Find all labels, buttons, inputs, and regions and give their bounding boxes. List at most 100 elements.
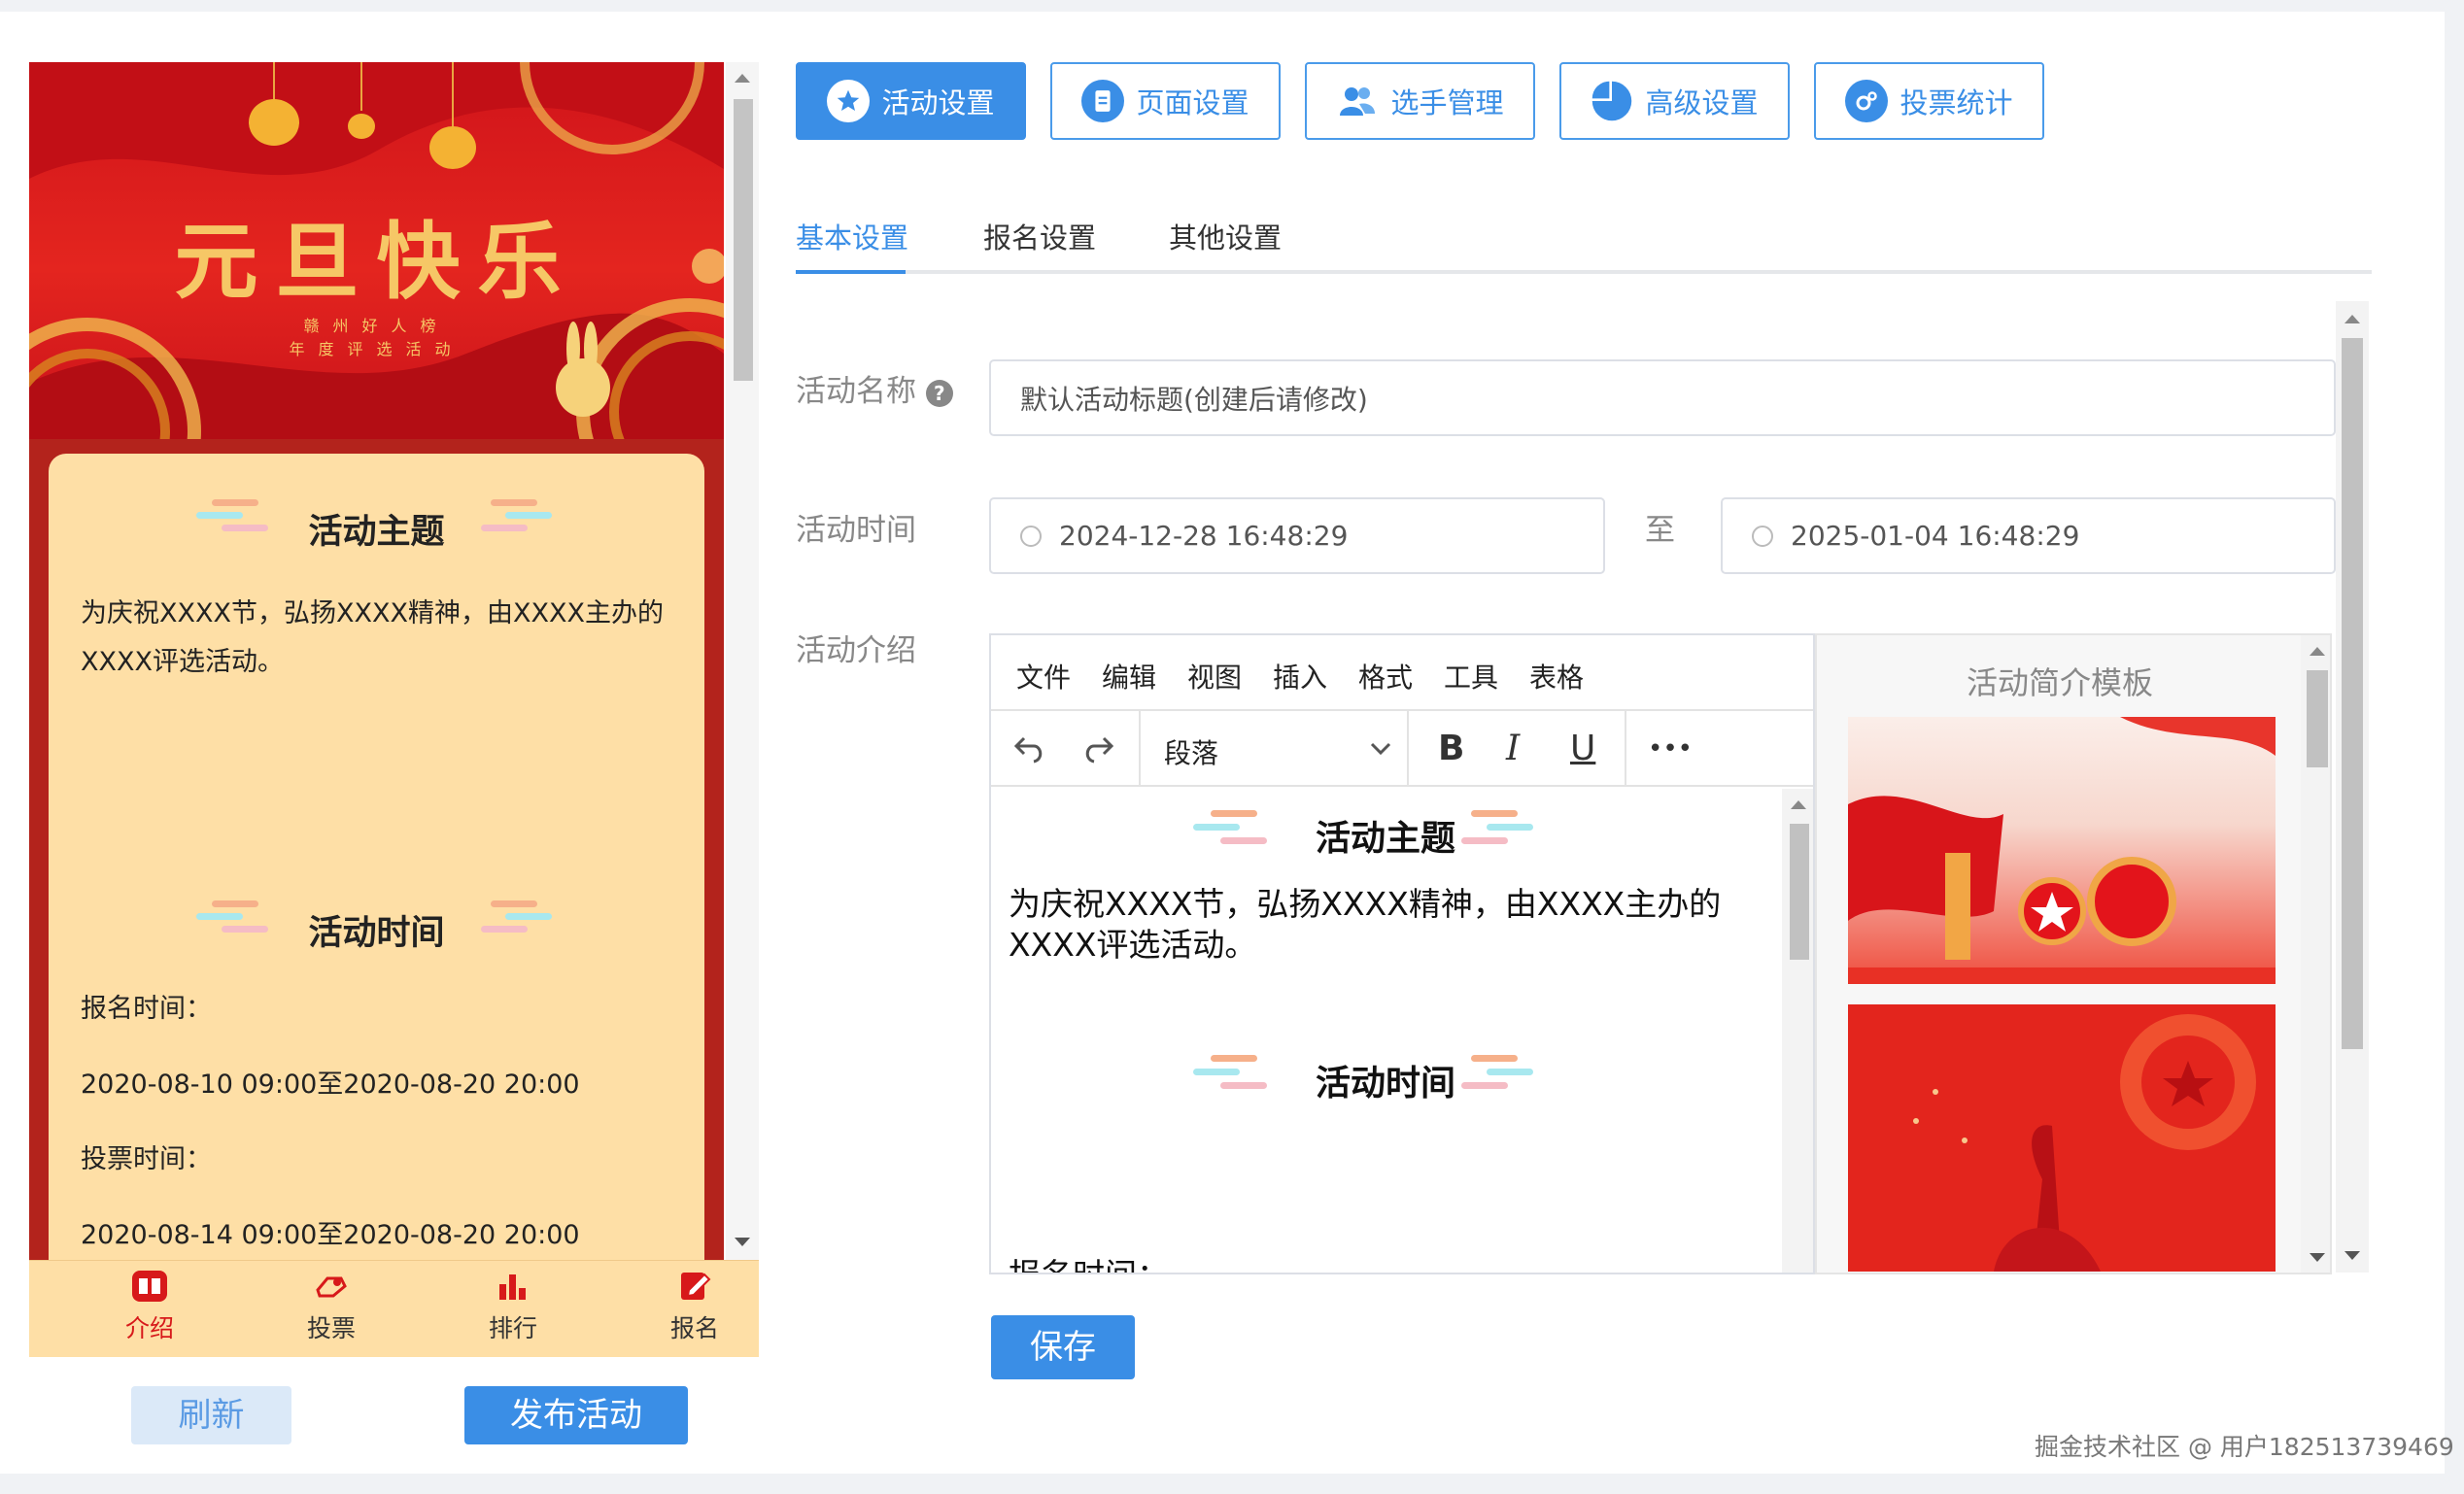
save-button[interactable]: 保存 xyxy=(991,1315,1135,1379)
tab-vote-label: 投票 xyxy=(306,1314,356,1342)
page: 元旦快乐 赣州好人榜 年度评选活动 活动主题 为庆祝XXXX节，弘扬XXXX精神… xyxy=(0,12,2445,1474)
pie-chart-icon xyxy=(1591,80,1633,122)
activity-name-label: 活动名称 ? xyxy=(796,366,953,410)
content-text-theme: 为庆祝XXXX节，弘扬XXXX精神，由XXXX主办的XXXX评选活动。 xyxy=(1009,885,1722,964)
star-icon xyxy=(827,80,871,122)
activity-settings-button[interactable]: 活动设置 xyxy=(796,62,1026,140)
undo-icon[interactable] xyxy=(1012,732,1047,765)
intro-card: 活动主题 为庆祝XXXX节，弘扬XXXX精神，由XXXX主办的XXXX评选活动。… xyxy=(49,454,704,1357)
clock-icon xyxy=(1752,525,1773,547)
tab-ranking-label: 排行 xyxy=(488,1314,537,1342)
refresh-button[interactable]: 刷新 xyxy=(131,1386,291,1444)
intro-template-panel: 活动简介模板 100 xyxy=(1815,633,2332,1274)
scroll-up-icon[interactable] xyxy=(735,74,750,83)
tab-vote[interactable]: 投票 xyxy=(273,1269,390,1344)
template-2-artwork xyxy=(1913,1014,2256,1272)
vote-hand-icon xyxy=(316,1276,347,1298)
chevron-down-icon[interactable] xyxy=(1370,742,1391,756)
activity-settings-label: 活动设置 xyxy=(881,86,995,119)
menu-tools[interactable]: 工具 xyxy=(1444,657,1498,696)
template-thumbnail-2[interactable] xyxy=(1848,1004,2276,1272)
menu-file[interactable]: 文件 xyxy=(1016,657,1071,696)
activity-time-label: 活动时间 xyxy=(796,513,916,548)
italic-button[interactable]: I xyxy=(1506,729,1520,768)
decor-stripe xyxy=(491,499,537,506)
preview-scrollbar[interactable] xyxy=(726,62,759,1260)
preview-scroll-thumb[interactable] xyxy=(734,99,753,381)
more-options-button[interactable]: ••• xyxy=(1648,734,1693,764)
redo-icon[interactable] xyxy=(1080,732,1115,765)
tab-signup[interactable]: 报名 xyxy=(636,1269,753,1344)
advanced-settings-button[interactable]: 高级设置 xyxy=(1559,62,1790,140)
decor-stripe xyxy=(1471,1055,1518,1062)
decor-stripe xyxy=(1487,1069,1533,1075)
page-settings-button[interactable]: 页面设置 xyxy=(1050,62,1281,140)
scroll-up-icon[interactable] xyxy=(1791,800,1806,809)
form-scroll-thumb[interactable] xyxy=(2342,338,2363,1049)
decor-stripe xyxy=(481,525,528,531)
menu-view[interactable]: 视图 xyxy=(1187,657,1242,696)
form-scrollbar[interactable] xyxy=(2336,301,2369,1273)
scroll-down-icon[interactable] xyxy=(2310,1253,2325,1262)
menu-insert[interactable]: 插入 xyxy=(1273,657,1327,696)
tab-ranking[interactable]: 排行 xyxy=(455,1269,571,1344)
start-time-input[interactable]: 2024-12-28 16:48:29 xyxy=(989,497,1605,574)
vote-statistics-button[interactable]: 投票统计 xyxy=(1814,62,2044,140)
template-1-artwork xyxy=(1848,717,2276,984)
clock-icon xyxy=(1020,525,1042,547)
template-panel-title: 活动简介模板 xyxy=(1966,664,2153,701)
scroll-down-icon[interactable] xyxy=(735,1238,750,1246)
decor-stripe xyxy=(1461,1082,1508,1089)
editor-content[interactable]: 活动主题 为庆祝XXXX节，弘扬XXXX精神，由XXXX主办的XXXX评选活动。… xyxy=(991,789,1780,1273)
editor-scrollbar[interactable] xyxy=(1782,789,1813,1273)
menu-edit[interactable]: 编辑 xyxy=(1102,657,1156,696)
editor-toolbar: 段落 B I U ••• xyxy=(991,711,1813,787)
publish-activity-button[interactable]: 发布活动 xyxy=(464,1386,688,1444)
advanced-settings-label: 高级设置 xyxy=(1645,86,1759,119)
tab-active-indicator xyxy=(796,270,906,274)
decor-stripe xyxy=(491,900,537,907)
document-icon xyxy=(1081,80,1125,122)
tab-intro[interactable]: 介绍 xyxy=(91,1269,208,1344)
start-time-value: 2024-12-28 16:48:29 xyxy=(1059,520,1349,552)
book-icon xyxy=(132,1271,167,1302)
activity-name-input[interactable]: 默认活动标题(创建后请修改) xyxy=(989,359,2336,436)
decor-stripe xyxy=(1487,824,1533,831)
template-scrollbar[interactable] xyxy=(2301,635,2330,1273)
gears-icon xyxy=(1845,80,1889,122)
scroll-up-icon[interactable] xyxy=(2310,647,2325,656)
section-text-theme: 为庆祝XXXX节，弘扬XXXX精神，由XXXX主办的XXXX评选活动。 xyxy=(81,598,664,677)
tab-other-settings[interactable]: 其他设置 xyxy=(1169,216,1282,256)
scroll-down-icon[interactable] xyxy=(2344,1251,2360,1260)
scroll-up-icon[interactable] xyxy=(2344,315,2360,323)
banner-subtitle-1: 赣州好人榜 xyxy=(303,317,450,335)
contestant-management-label: 选手管理 xyxy=(1390,86,1504,119)
editor-scroll-thumb[interactable] xyxy=(1790,824,1809,960)
help-icon[interactable]: ? xyxy=(925,379,953,407)
end-time-input[interactable]: 2025-01-04 16:48:29 xyxy=(1721,497,2336,574)
decor-stripe xyxy=(1471,810,1518,817)
menu-format[interactable]: 格式 xyxy=(1358,657,1413,696)
watermark: 掘金技术社区 @ 用户182513739469 xyxy=(2035,1433,2454,1461)
vote-time-label: 投票时间： xyxy=(81,1144,212,1174)
editor-menubar: 文件 编辑 视图 插入 格式 工具 表格 xyxy=(991,635,1813,711)
underline-button[interactable]: U xyxy=(1570,729,1595,768)
content-title-theme: 活动主题 xyxy=(1315,819,1455,859)
activity-preview: 元旦快乐 赣州好人榜 年度评选活动 活动主题 为庆祝XXXX节，弘扬XXXX精神… xyxy=(29,62,759,1357)
banner-subtitle-2: 年度评选活动 xyxy=(289,340,464,358)
to-separator: 至 xyxy=(1645,513,1675,548)
menu-table[interactable]: 表格 xyxy=(1529,657,1584,696)
end-time-value: 2025-01-04 16:48:29 xyxy=(1791,520,2080,552)
preview-tabbar: 介绍 投票 排行 报名 xyxy=(29,1260,759,1357)
contestant-management-button[interactable]: 选手管理 xyxy=(1305,62,1535,140)
tab-basic-settings[interactable]: 基本设置 xyxy=(796,216,908,256)
content-title-time: 活动时间 xyxy=(1315,1064,1455,1104)
template-scroll-thumb[interactable] xyxy=(2307,670,2328,767)
block-format-select[interactable]: 段落 xyxy=(1164,732,1218,771)
template-thumbnail-1[interactable]: 100 xyxy=(1848,717,2276,984)
bold-button[interactable]: B xyxy=(1438,729,1464,768)
section-title-time: 活动时间 xyxy=(308,914,445,953)
toolbar-divider xyxy=(1139,711,1141,787)
tab-signup-settings[interactable]: 报名设置 xyxy=(983,216,1096,256)
banner-title: 元旦快乐 xyxy=(174,213,579,311)
